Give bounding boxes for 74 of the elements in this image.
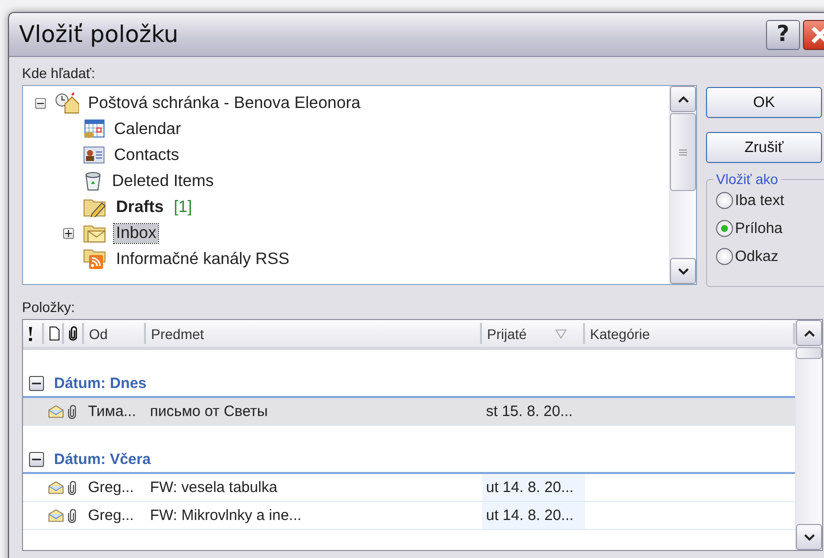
paperclip-icon [68, 404, 76, 418]
open-envelope-icon [48, 404, 64, 419]
field-label: Položky: [22, 299, 76, 317]
ok-button[interactable]: OK [706, 87, 822, 118]
scroll-down-button[interactable] [796, 524, 822, 550]
expand-toggle[interactable] [63, 228, 74, 238]
sort-icon [555, 328, 567, 338]
folder-pencil-icon [83, 197, 107, 217]
cancel-button[interactable]: Zrušiť [706, 132, 822, 163]
scroll-down-button[interactable] [670, 258, 696, 284]
field-label: Kde hľadať: [22, 65, 96, 83]
window-title: Vložiť položku [19, 22, 180, 48]
radio-label[interactable]: Odkaz [735, 248, 778, 264]
scrollbar-thumb[interactable] [670, 113, 696, 191]
sender-cell: Тима... [88, 403, 136, 420]
radio-label[interactable]: Príloha [735, 220, 783, 236]
contact-card-icon [83, 146, 105, 164]
collapse-toggle[interactable] [29, 452, 44, 466]
column-header[interactable]: Prijaté [487, 326, 555, 342]
open-envelope-icon [48, 508, 64, 523]
date-cell: ut 14. 8. 20... [486, 479, 574, 496]
calendar-icon [83, 119, 105, 139]
paperclip-icon [68, 508, 76, 522]
message-row[interactable]: Greg... FW: Mikrovlnky a ine... ut 14. 8. 20... [23, 502, 795, 530]
group-title: Vložiť ako [715, 171, 780, 187]
tree-item[interactable]: Informačné kanály RSS [114, 250, 292, 268]
chevron-up-icon [804, 330, 814, 336]
folder-envelope-icon [83, 223, 107, 243]
trash-icon [83, 170, 103, 192]
tree-item[interactable]: Contacts [112, 146, 182, 164]
open-envelope-icon [48, 480, 64, 495]
importance-icon [28, 326, 33, 341]
tree-item[interactable]: Inbox [114, 224, 158, 242]
column-header[interactable]: Od [89, 326, 144, 342]
tree-item[interactable]: Drafts [114, 198, 166, 216]
message-row[interactable]: Greg... FW: vesela tabulka ut 14. 8. 20... [23, 474, 795, 502]
paperclip-icon [68, 480, 76, 494]
sender-cell: Greg... [88, 479, 134, 496]
unread-count: [1] [174, 198, 192, 216]
column-header[interactable]: Kategórie [590, 326, 793, 342]
radio-button[interactable] [716, 192, 733, 208]
scroll-up-button[interactable] [670, 86, 696, 112]
radio-button[interactable] [716, 220, 733, 236]
chevron-down-icon [678, 268, 688, 274]
mailbox-icon [55, 92, 79, 114]
tree-item[interactable]: Poštová schránka - Benova Eleonora [86, 94, 362, 112]
subject-cell: FW: Mikrovlnky a ine... [150, 507, 302, 524]
scrollbar-thumb[interactable] [796, 347, 822, 359]
column-header[interactable]: Predmet [151, 326, 480, 342]
date-cell: ut 14. 8. 20... [486, 507, 574, 524]
tree-item[interactable]: Calendar [112, 120, 183, 138]
collapse-toggle[interactable] [29, 376, 44, 390]
rss-folder-icon [83, 248, 107, 270]
scrollbar[interactable] [795, 320, 822, 550]
scrollbar[interactable] [669, 86, 696, 284]
radio-button[interactable] [716, 248, 733, 264]
group-header[interactable]: Dátum: Dnes [54, 374, 147, 392]
collapse-toggle[interactable] [35, 98, 46, 108]
date-cell: st 15. 8. 20... [486, 403, 573, 420]
help-button[interactable]: ? [766, 20, 800, 50]
group-header[interactable]: Dátum: Včera [54, 450, 151, 468]
chevron-up-icon [678, 96, 688, 102]
chevron-down-icon [804, 534, 814, 540]
scroll-up-button[interactable] [796, 320, 822, 346]
page-icon [49, 326, 60, 341]
tree-item[interactable]: Deleted Items [110, 172, 216, 190]
radio-label[interactable]: Iba text [735, 192, 784, 208]
sender-cell: Greg... [88, 507, 134, 524]
message-row[interactable]: Тима... письмо от Светы st 15. 8. 20... [23, 398, 795, 426]
subject-cell: FW: vesela tabulka [150, 479, 278, 496]
plus-icon [65, 230, 72, 236]
paperclip-icon [69, 326, 77, 341]
close-icon [810, 24, 824, 44]
subject-cell: письмо от Светы [150, 403, 268, 420]
